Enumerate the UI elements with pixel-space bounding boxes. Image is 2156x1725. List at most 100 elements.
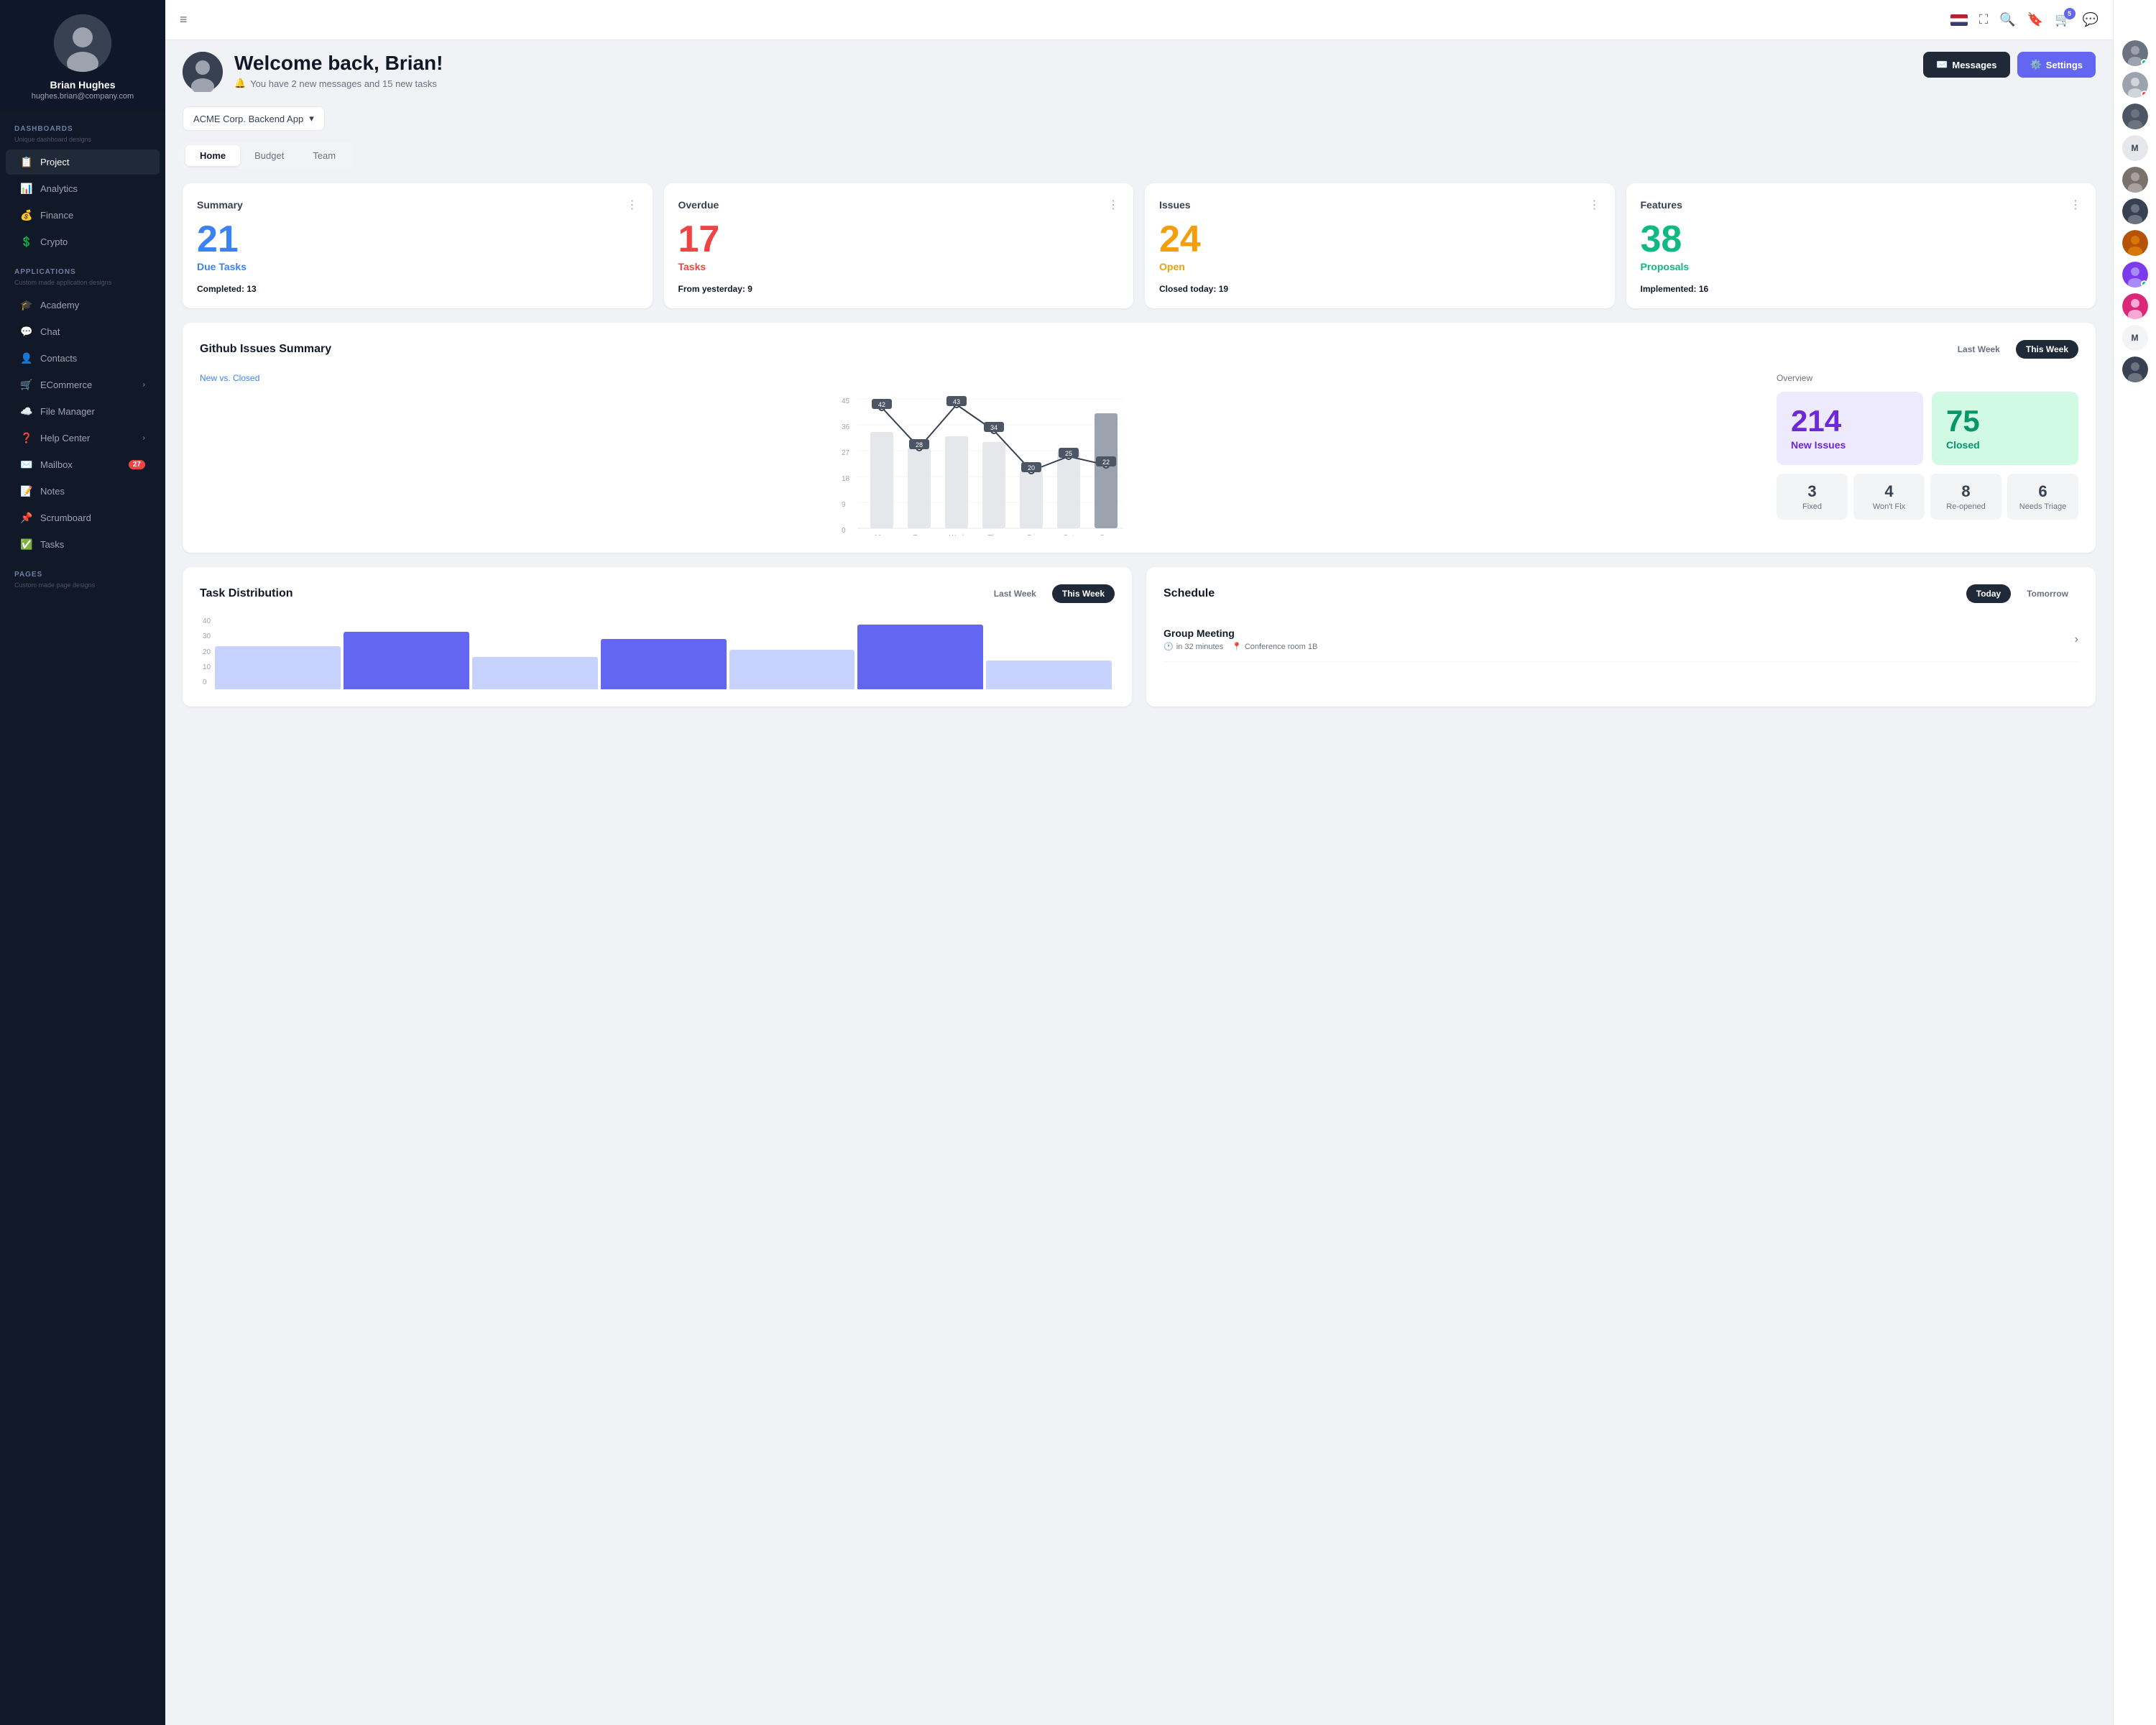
sidebar-item-label: Academy [40, 300, 79, 310]
sidebar-item-mailbox[interactable]: ✉️ Mailbox 27 [6, 452, 160, 477]
overview-label: Overview [1777, 373, 2078, 383]
sidebar-item-ecommerce[interactable]: 🛒 ECommerce › [6, 372, 160, 397]
right-avatar-m1[interactable]: M [2122, 135, 2148, 161]
sidebar-item-helpcenter[interactable]: ❓ Help Center › [6, 426, 160, 451]
project-selector[interactable]: ACME Corp. Backend App ▾ [183, 106, 325, 131]
cart-icon[interactable]: 🛒 5 [2055, 12, 2070, 27]
right-avatar-2[interactable] [2122, 72, 2148, 98]
svg-text:42: 42 [878, 401, 885, 408]
fixed-label: Fixed [1782, 502, 1842, 511]
hamburger-icon[interactable]: ≡ [180, 12, 188, 27]
right-avatar-7[interactable] [2122, 262, 2148, 288]
svg-text:Thu: Thu [987, 534, 1000, 535]
reopened-number: 8 [1936, 482, 1996, 501]
chevron-right-icon: › [143, 434, 145, 442]
header-left: Welcome back, Brian! 🔔 You have 2 new me… [183, 52, 443, 92]
sidebar-item-label: Tasks [40, 539, 64, 550]
sidebar-item-finance[interactable]: 💰 Finance [6, 203, 160, 228]
sidebar-item-project[interactable]: 📋 Project [6, 150, 160, 175]
tab-budget[interactable]: Budget [240, 145, 298, 166]
clock-icon: 🕐 in 32 minutes [1164, 642, 1223, 651]
applications-section-sub: Custom made application designs [0, 279, 165, 292]
card-menu-icon[interactable]: ⋮ [2070, 198, 2081, 212]
tab-home[interactable]: Home [185, 145, 240, 166]
sidebar: Brian Hughes hughes.brian@company.com DA… [0, 0, 165, 1725]
svg-text:Mon: Mon [875, 534, 888, 535]
main-content: Welcome back, Brian! 🔔 You have 2 new me… [165, 0, 2113, 1725]
sidebar-item-analytics[interactable]: 📊 Analytics [6, 176, 160, 201]
right-avatar-3[interactable] [2122, 104, 2148, 129]
today-btn[interactable]: Today [1966, 584, 2011, 603]
right-avatar-6[interactable] [2122, 230, 2148, 256]
reopened-label: Re-opened [1936, 502, 1996, 511]
right-avatar-4[interactable] [2122, 167, 2148, 193]
right-avatar-m2[interactable]: M [2122, 325, 2148, 351]
sidebar-item-academy[interactable]: 🎓 Academy [6, 293, 160, 318]
sidebar-item-tasks[interactable]: ✅ Tasks [6, 532, 160, 557]
sidebar-item-label: Crypto [40, 236, 68, 247]
sidebar-item-chat[interactable]: 💬 Chat [6, 319, 160, 344]
right-panel: M M [2113, 0, 2156, 1725]
subtitle-text: You have 2 new messages and 15 new tasks [250, 78, 437, 89]
schedule-section: Schedule Today Tomorrow Group Meeting 🕐 … [1146, 567, 2096, 707]
last-week-btn[interactable]: Last Week [1948, 340, 2010, 359]
sidebar-user-avatar [54, 14, 111, 72]
svg-text:25: 25 [1065, 450, 1072, 457]
right-avatar-5[interactable] [2122, 198, 2148, 224]
tomorrow-btn[interactable]: Tomorrow [2017, 584, 2078, 603]
page-title: Welcome back, Brian! [234, 52, 443, 75]
tab-team[interactable]: Team [298, 145, 350, 166]
new-issues-number: 214 [1791, 406, 1909, 436]
flag-icon[interactable] [1950, 14, 1968, 26]
svg-text:43: 43 [953, 398, 960, 405]
card-summary-footer: Completed: 13 [197, 284, 638, 294]
academy-icon: 🎓 [20, 299, 33, 311]
card-issues-number: 24 [1159, 221, 1600, 258]
github-issues-section: Github Issues Summary Last Week This Wee… [183, 323, 2096, 553]
sidebar-item-filemanager[interactable]: ☁️ File Manager [6, 399, 160, 424]
settings-button[interactable]: ⚙️ Settings [2017, 52, 2096, 78]
card-features: Features ⋮ 38 Proposals Implemented: 16 [1626, 183, 2096, 308]
header-avatar [183, 52, 223, 92]
fullscreen-icon[interactable]: ⛶ [1979, 12, 1989, 27]
sidebar-item-crypto[interactable]: 💲 Crypto [6, 229, 160, 254]
dashboards-section-label: DASHBOARDS [0, 112, 165, 136]
messages-button[interactable]: ✉️ Messages [1923, 52, 2009, 78]
card-menu-icon[interactable]: ⋮ [1107, 198, 1119, 212]
right-avatar-8[interactable] [2122, 293, 2148, 319]
messages-topbar-icon[interactable]: 💬 [2083, 12, 2099, 27]
bookmark-icon[interactable]: 🔖 [2027, 12, 2043, 27]
project-selector-label: ACME Corp. Backend App [193, 114, 303, 124]
sidebar-item-notes[interactable]: 📝 Notes [6, 479, 160, 504]
svg-text:Fri: Fri [1027, 534, 1036, 535]
task-last-week-btn[interactable]: Last Week [984, 584, 1046, 603]
svg-text:27: 27 [842, 449, 850, 457]
card-menu-icon[interactable]: ⋮ [1589, 198, 1600, 212]
this-week-btn[interactable]: This Week [2016, 340, 2078, 359]
sidebar-item-scrumboard[interactable]: 📌 Scrumboard [6, 505, 160, 530]
svg-text:9: 9 [842, 501, 846, 509]
schedule-item: Group Meeting 🕐 in 32 minutes 📍 Conferen… [1164, 617, 2078, 662]
sidebar-item-label: Chat [40, 326, 60, 337]
sidebar-item-label: Finance [40, 210, 73, 221]
chevron-right-icon[interactable]: › [2075, 633, 2078, 646]
filemanager-icon: ☁️ [20, 405, 33, 418]
search-icon[interactable]: 🔍 [1999, 12, 2015, 27]
new-issues-label: New Issues [1791, 439, 1909, 451]
task-this-week-btn[interactable]: This Week [1052, 584, 1115, 603]
card-menu-icon[interactable]: ⋮ [627, 198, 638, 212]
pages-section-sub: Custom made page designs [0, 581, 165, 594]
topbar-actions: ⛶ 🔍 🔖 🛒 5 💬 [1950, 12, 2099, 27]
schedule-info: Group Meeting 🕐 in 32 minutes 📍 Conferen… [1164, 627, 1317, 651]
mini-stat-fixed: 3 Fixed [1777, 474, 1848, 520]
right-avatar-1[interactable] [2122, 40, 2148, 66]
task-dist-toggle: Last Week This Week [984, 584, 1115, 603]
sidebar-item-contacts[interactable]: 👤 Contacts [6, 346, 160, 371]
wontfix-label: Won't Fix [1859, 502, 1919, 511]
github-content: New vs. Closed 45 36 27 18 9 0 [200, 373, 2078, 535]
sidebar-item-label: Project [40, 157, 69, 167]
svg-text:22: 22 [1102, 459, 1110, 466]
svg-text:Tue: Tue [913, 534, 926, 535]
right-avatar-9[interactable] [2122, 356, 2148, 382]
contacts-icon: 👤 [20, 352, 33, 364]
